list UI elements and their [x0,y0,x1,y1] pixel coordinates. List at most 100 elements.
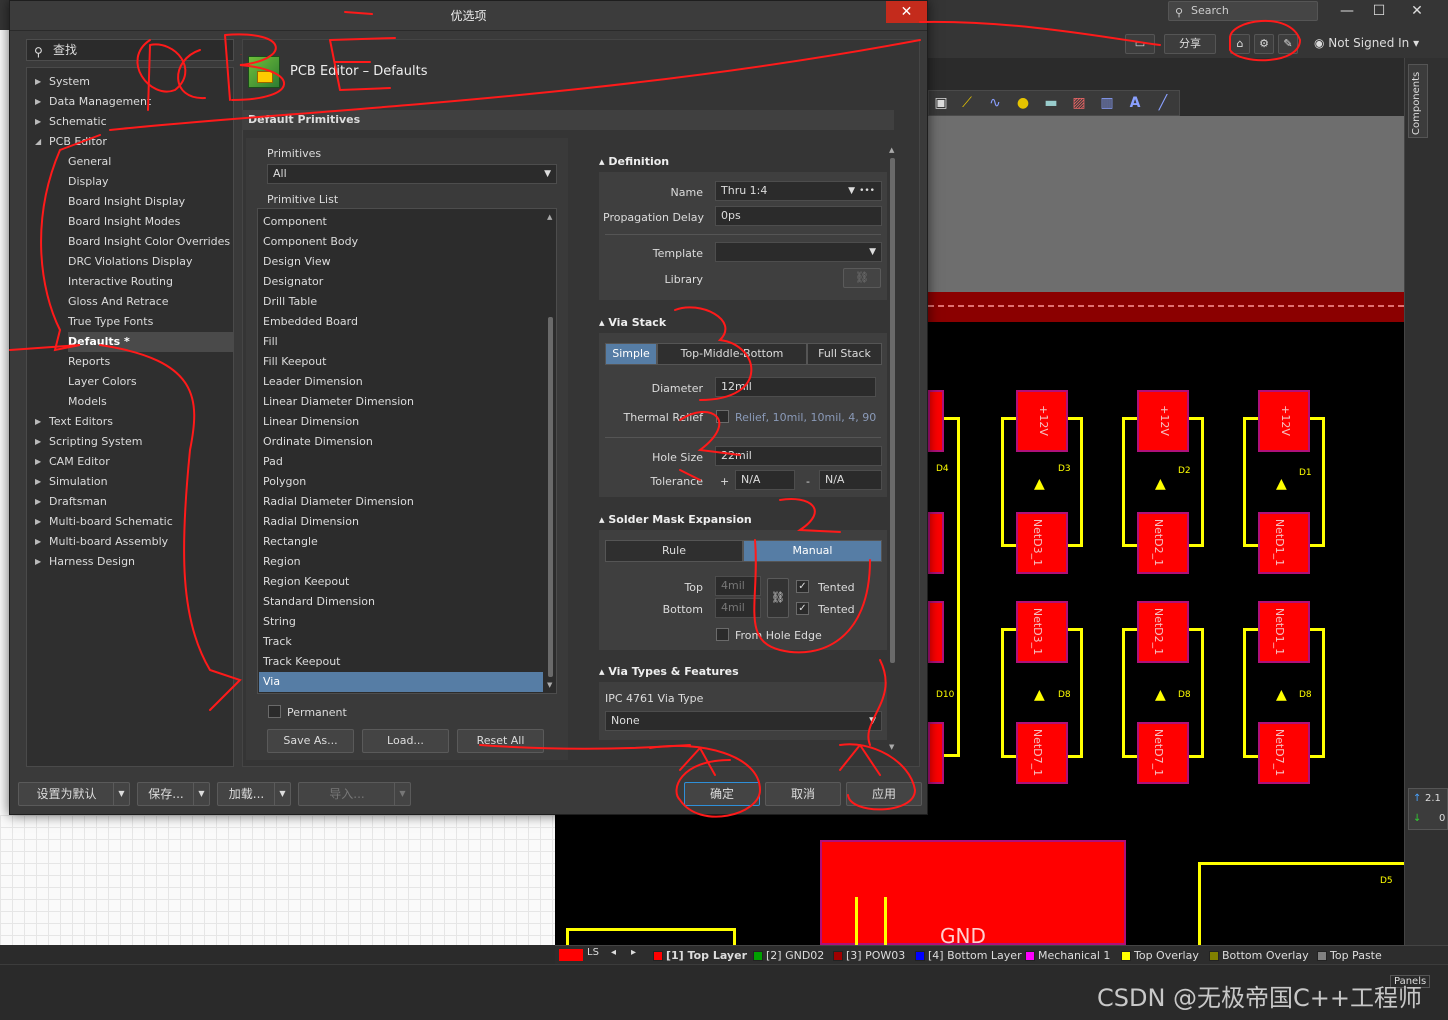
primitives-combo[interactable]: All ▼ [267,164,557,184]
tented-bottom-checkbox[interactable]: ✓ [796,602,809,615]
ok-button[interactable]: 确定 [684,782,760,806]
layer-tab[interactable]: [1] Top Layer [650,947,747,964]
via-types-header[interactable]: ▴ Via Types & Features [599,665,739,678]
pcb-pad[interactable]: +12V [1258,390,1310,452]
tree-item[interactable]: Layer Colors [68,372,233,392]
primitive-list-item[interactable]: Leader Dimension [259,372,543,392]
chevron-right-icon[interactable]: ▶ [35,452,41,472]
layer-tab[interactable]: [2] GND02 [750,947,824,964]
top-expansion-input[interactable]: 4mil [715,576,761,596]
layer-tab[interactable]: Bottom Overlay [1206,947,1309,964]
primitive-list-item[interactable]: Linear Dimension [259,412,543,432]
chevron-right-icon[interactable]: ▶ [35,92,41,112]
chevron-right-icon[interactable]: ▶ [35,552,41,572]
tree-item[interactable]: ▶ CAM Editor [35,452,233,472]
load-menu-button[interactable]: 加载... ▼ [217,782,291,806]
primitive-list-item[interactable]: Embedded Board [259,312,543,332]
layer-prev-icon[interactable]: ◂ [611,947,616,958]
primitive-list-item[interactable]: Region Keepout [259,572,543,592]
tree-item[interactable]: True Type Fonts [68,312,233,332]
text-icon[interactable]: A [1125,94,1145,112]
via-stack-header[interactable]: ▴ Via Stack [599,316,666,329]
tree-item[interactable]: ▶ Multi-board Schematic [35,512,233,532]
tree-item[interactable]: ▶ Schematic [35,112,233,132]
primitive-list-item[interactable]: Fill Keepout [259,352,543,372]
primitive-list-item[interactable]: Track [259,632,543,652]
tree-item[interactable]: ▶ Text Editors [35,412,233,432]
tented-top-checkbox[interactable]: ✓ [796,580,809,593]
primitive-list-item[interactable]: Polygon [259,472,543,492]
dialog-close-button[interactable]: ✕ [886,1,927,23]
pcb-pad[interactable] [928,390,944,452]
diff-pair-icon[interactable]: ∿ [985,94,1005,112]
home-icon[interactable]: ⌂ [1230,34,1250,54]
tree-search-input[interactable]: ⚲ 查找 [26,39,234,61]
solder-mask-mode-tab-0[interactable]: Rule [605,540,743,562]
pcb-pad[interactable]: NetD1_1 [1258,601,1310,663]
tree-item[interactable]: ▶ Data Management [35,92,233,112]
minimize-button[interactable]: — [1330,0,1364,22]
pcb-pad[interactable] [928,722,944,784]
tolerance-minus-input[interactable]: N/A [819,470,882,490]
solder-mask-mode-tab-1[interactable]: Manual [743,540,882,562]
tree-item[interactable]: Defaults * [68,332,233,352]
gear-icon[interactable]: ⚙ [1254,34,1274,54]
pcb-pad[interactable]: +12V [1016,390,1068,452]
pcb-pad[interactable]: NetD7_1 [1137,722,1189,784]
chat-icon[interactable]: ▭ [1125,34,1155,54]
scroll-up-icon[interactable]: ▲ [547,213,552,221]
chart-icon[interactable]: ▥ [1097,94,1117,112]
primitive-list-item[interactable]: Region [259,552,543,572]
line-icon[interactable]: ╱ [1153,94,1173,112]
tree-item[interactable]: ▶ System [35,72,233,92]
fill-icon[interactable]: ▬ [1041,94,1061,112]
chevron-right-icon[interactable]: ▶ [35,72,41,92]
close-window-button[interactable]: ✕ [1400,0,1434,22]
save-menu-button[interactable]: 保存... ▼ [137,782,210,806]
hole-size-input[interactable]: 22mil [715,446,882,466]
scroll-down-icon[interactable]: ▼ [889,743,894,751]
layer-tab[interactable]: Top Paste [1314,947,1382,964]
import-button[interactable]: 导入... ▼ [298,782,411,806]
tree-item[interactable]: Board Insight Color Overrides [68,232,233,252]
save-as-button[interactable]: Save As... [267,729,354,753]
scroll-down-icon[interactable]: ▼ [547,681,552,689]
chevron-down-icon[interactable]: ▼ [193,783,209,805]
select-icon[interactable]: ▣ [931,94,951,112]
tree-item[interactable]: Gloss And Retrace [68,292,233,312]
layer-next-icon[interactable]: ▸ [631,947,636,958]
pcb-pad[interactable]: +12V [1137,390,1189,452]
chevron-down-icon[interactable]: ◢ [35,132,41,152]
tree-item[interactable]: Reports [68,352,233,372]
pcb-pad[interactable] [928,601,944,663]
apply-button[interactable]: 应用 [846,782,922,806]
primitive-list-item[interactable]: Radial Diameter Dimension [259,492,543,512]
primitive-list-item[interactable]: Ordinate Dimension [259,432,543,452]
bottom-expansion-input[interactable]: 4mil [715,598,761,618]
tree-item[interactable]: Models [68,392,233,412]
primitive-list-item[interactable]: Component Body [259,232,543,252]
load-button[interactable]: Load... [362,729,449,753]
tree-item[interactable]: ▶ Draftsman [35,492,233,512]
pcb-pad[interactable]: NetD3_1 [1016,512,1068,574]
settings-scrollbar[interactable]: ▲ ▼ [889,146,897,753]
template-combo[interactable]: ▼ [715,242,882,262]
tree-item[interactable]: ◢ PCB Editor [35,132,233,152]
primitive-list-scrollbar[interactable]: ▲ ▼ [547,211,555,691]
primitive-list-item[interactable]: Component [259,212,543,232]
chevron-down-icon[interactable]: ▼ [274,783,290,805]
chevron-down-icon[interactable]: ▼ [394,783,410,805]
from-hole-edge-checkbox[interactable] [716,628,729,641]
via-stack-mode-tab-1[interactable]: Top-Middle-Bottom [657,343,807,365]
primitive-list-item[interactable]: Via [259,672,543,692]
pcb-pad[interactable]: NetD2_1 [1137,512,1189,574]
chevron-right-icon[interactable]: ▶ [35,432,41,452]
link-icon[interactable]: ⛓ [843,268,881,288]
app-search-input[interactable]: ⚲ Search [1168,1,1318,21]
share-button[interactable]: 分享 [1164,34,1216,54]
components-panel-tab[interactable]: Components [1408,64,1428,138]
tree-item[interactable]: Interactive Routing [68,272,233,292]
cancel-button[interactable]: 取消 [765,782,841,806]
tree-item[interactable]: General [68,152,233,172]
chevron-right-icon[interactable]: ▶ [35,412,41,432]
